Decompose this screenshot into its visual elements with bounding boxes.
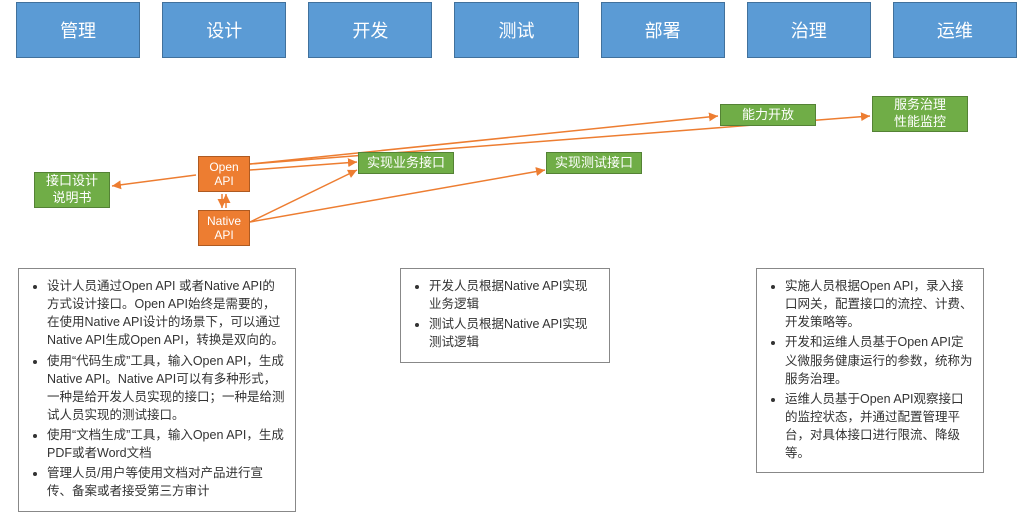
panel-left-item: 使用“代码生成”工具，输入Open API，生成Native API。Nativ…	[47, 352, 285, 425]
panel-right-item: 运维人员基于Open API观察接口的监控状态，并通过配置管理平台，对具体接口进…	[785, 390, 973, 463]
tab-ops: 运维	[893, 2, 1017, 58]
panel-left: 设计人员通过Open API 或者Native API的方式设计接口。Open …	[18, 268, 296, 512]
panel-mid-item: 测试人员根据Native API实现测试逻辑	[429, 315, 599, 351]
box-biz-api: 实现业务接口	[358, 152, 454, 174]
tab-test: 测试	[454, 2, 578, 58]
tab-develop: 开发	[308, 2, 432, 58]
tab-deploy: 部署	[601, 2, 725, 58]
box-capability: 能力开放	[720, 104, 816, 126]
tab-govern: 治理	[747, 2, 871, 58]
box-governance: 服务治理 性能监控	[872, 96, 968, 132]
box-native-api: Native API	[198, 210, 250, 246]
box-design-doc: 接口设计 说明书	[34, 172, 110, 208]
box-test-api: 实现测试接口	[546, 152, 642, 174]
panel-right: 实施人员根据Open API，录入接口网关，配置接口的流控、计费、开发策略等。 …	[756, 268, 984, 473]
panel-left-item: 管理人员/用户等使用文档对产品进行宣传、备案或者接受第三方审计	[47, 464, 285, 500]
panel-left-item: 设计人员通过Open API 或者Native API的方式设计接口。Open …	[47, 277, 285, 350]
panel-left-item: 使用“文档生成”工具，输入Open API，生成PDF或者Word文档	[47, 426, 285, 462]
box-open-api: Open API	[198, 156, 250, 192]
panel-right-item: 开发和运维人员基于Open API定义微服务健康运行的参数，统称为服务治理。	[785, 333, 973, 387]
tab-manage: 管理	[16, 2, 140, 58]
tab-design: 设计	[162, 2, 286, 58]
panel-mid-item: 开发人员根据Native API实现业务逻辑	[429, 277, 599, 313]
phase-tabs: 管理 设计 开发 测试 部署 治理 运维	[0, 2, 1033, 58]
panel-right-item: 实施人员根据Open API，录入接口网关，配置接口的流控、计费、开发策略等。	[785, 277, 973, 331]
panel-mid: 开发人员根据Native API实现业务逻辑 测试人员根据Native API实…	[400, 268, 610, 363]
